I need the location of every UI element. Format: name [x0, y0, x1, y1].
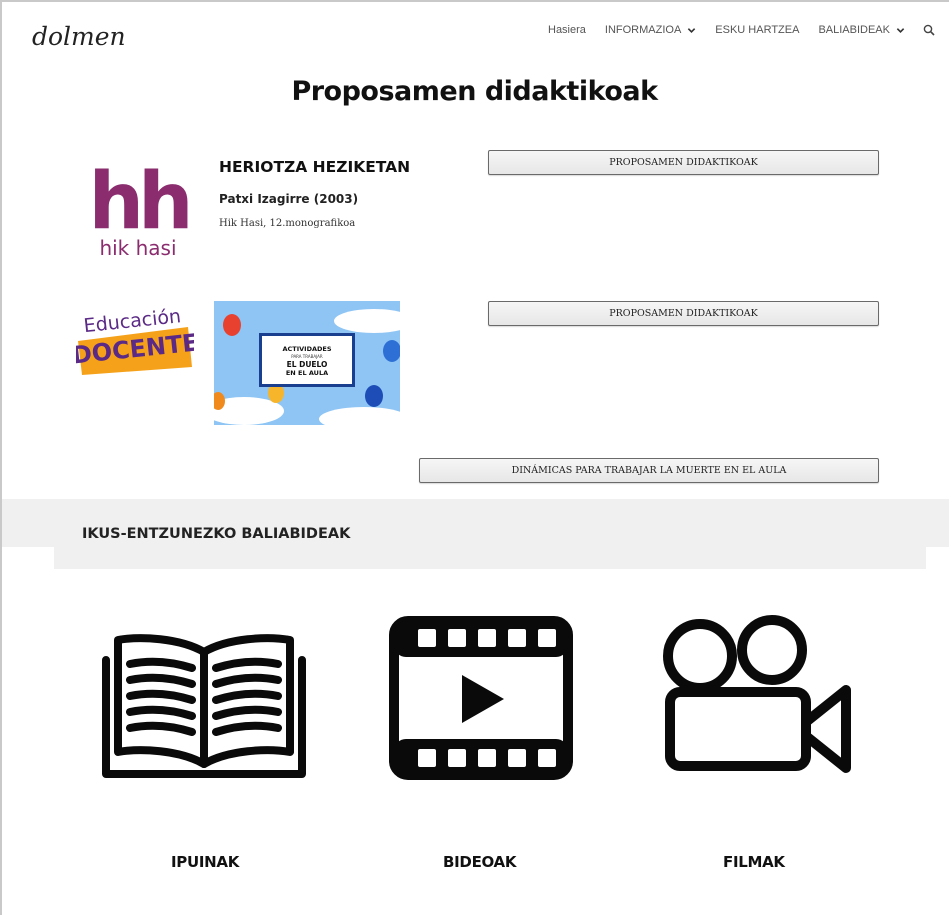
dinamicas-muerte-aula-button[interactable]: DINÁMICAS PARA TRABAJAR LA MUERTE EN EL … [419, 458, 879, 483]
resource-author: Patxi Izagirre (2003) [219, 192, 359, 206]
chevron-down-icon [896, 27, 905, 33]
section-title: IKUS-ENTZUNEZKO BALIABIDEAK [82, 526, 351, 542]
movie-camera-icon[interactable] [660, 612, 856, 776]
dolmen-logo[interactable]: dolmen [30, 18, 170, 54]
nav-label: ESKU HARTZEA [715, 24, 800, 36]
category-label-ipuinak[interactable]: IPUINAK [171, 853, 239, 871]
proposamen-didaktikoak-button[interactable]: PROPOSAMEN DIDAKTIKOAK [488, 150, 879, 175]
film-play-icon[interactable] [388, 615, 574, 781]
svg-text:EN EL AULA: EN EL AULA [286, 369, 328, 377]
nav-item-informazioa[interactable]: INFORMAZIOA [605, 24, 696, 36]
logo-text: dolmen [32, 22, 126, 51]
nav-item-esku-hartzea[interactable]: ESKU HARTZEA [715, 24, 799, 36]
educacion-docente-logo: Educación DOCENTE [76, 299, 194, 375]
category-label-bideoak[interactable]: BIDEOAK [443, 853, 517, 871]
main-nav: Hasiera INFORMAZIOA ESKU HARTZEA BALIABI… [529, 24, 935, 36]
svg-text:ACTIVIDADES: ACTIVIDADES [282, 345, 331, 353]
nav-label: Hasiera [548, 24, 586, 36]
category-label-filmak[interactable]: FILMAK [723, 853, 785, 871]
hik-hasi-logo: hh hik hasi [88, 158, 188, 260]
search-icon[interactable] [923, 24, 935, 36]
svg-text:hh: hh [88, 158, 188, 247]
svg-text:PARA TRABAJAR: PARA TRABAJAR [291, 354, 323, 359]
nav-item-baliabideak[interactable]: BALIABIDEAK [818, 24, 905, 36]
resource-title: HERIOTZA HEZIKETAN [219, 158, 411, 176]
svg-text:EL DUELO: EL DUELO [287, 360, 328, 369]
svg-text:hik hasi: hik hasi [99, 236, 176, 260]
nav-label: INFORMAZIOA [604, 24, 682, 36]
resource-source: Hik Hasi, 12.monografikoa [219, 218, 356, 229]
chevron-down-icon [688, 27, 696, 33]
duelo-aula-image: ACTIVIDADES PARA TRABAJAR EL DUELO EN EL… [214, 301, 400, 425]
open-book-icon[interactable] [100, 630, 308, 780]
proposamen-didaktikoak-button-2[interactable]: PROPOSAMEN DIDAKTIKOAK [488, 301, 879, 326]
nav-label: BALIABIDEAK [818, 24, 890, 36]
nav-item-hasiera[interactable]: Hasiera [548, 24, 586, 36]
page-title: Proposamen didaktikoak [291, 76, 658, 107]
